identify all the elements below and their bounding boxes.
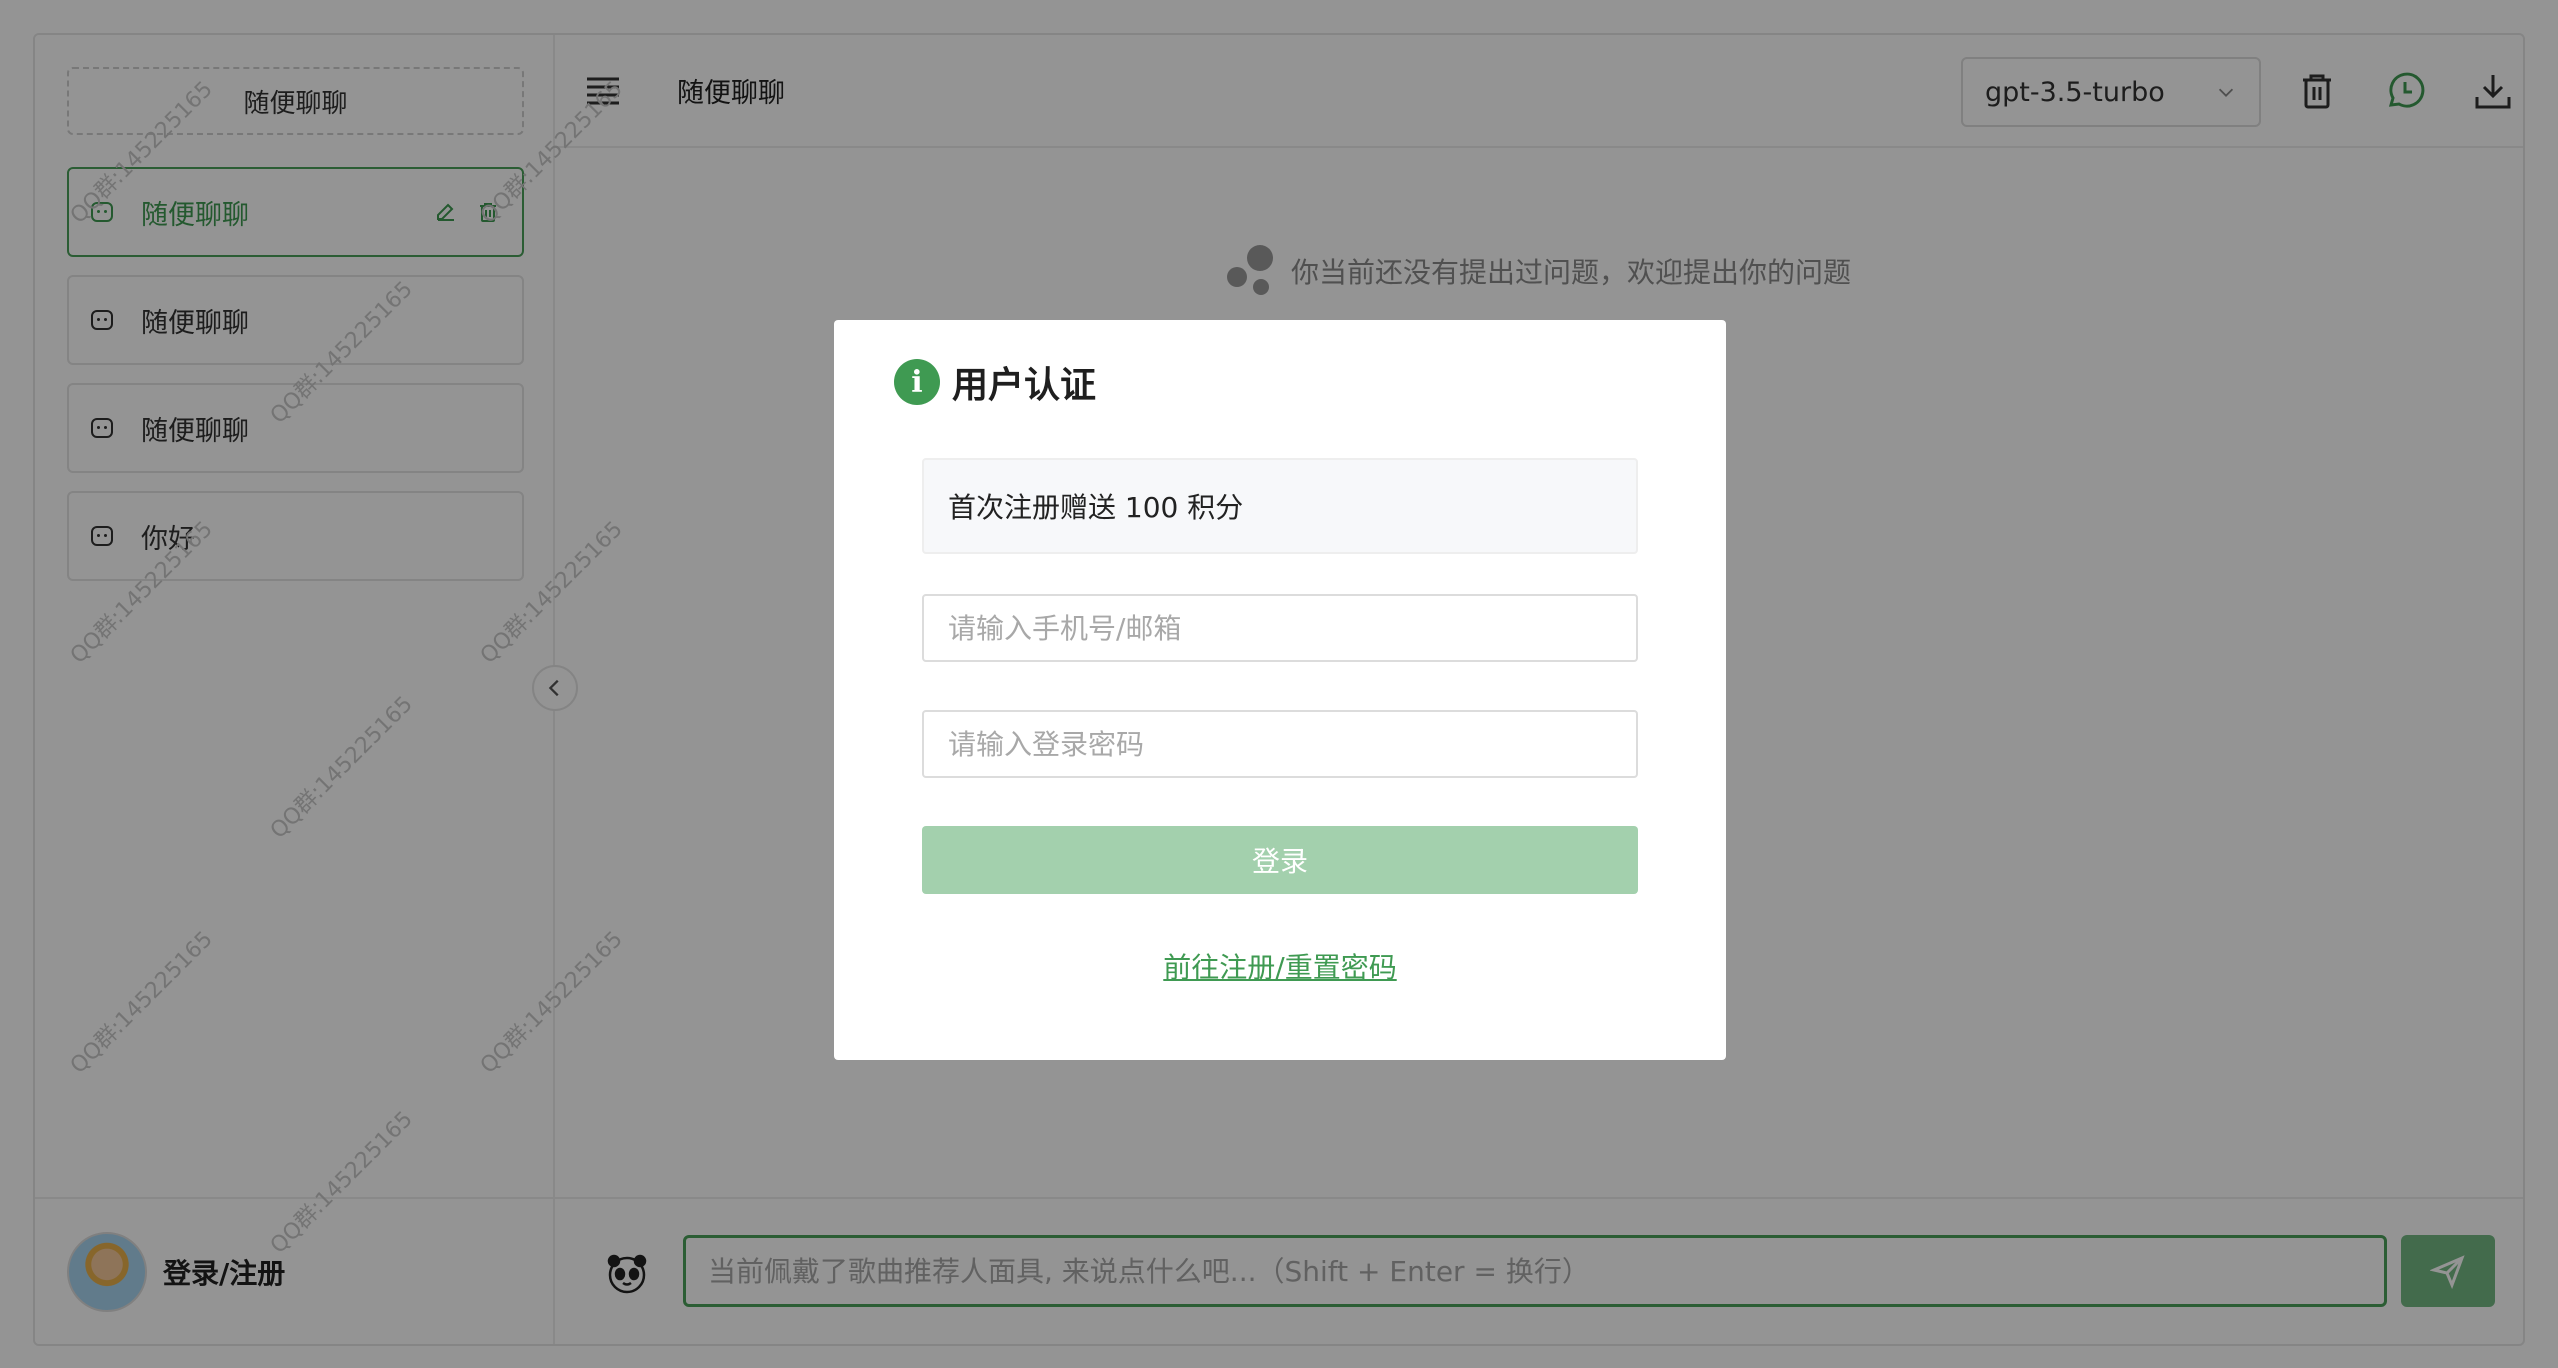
- bonus-notice: 首次注册赠送 100 积分: [922, 458, 1638, 554]
- bonus-notice-text: 首次注册赠送 100 积分: [948, 491, 1244, 524]
- password-input[interactable]: [922, 710, 1638, 778]
- modal-title-text: 用户认证: [952, 365, 1097, 406]
- info-icon: i: [894, 359, 940, 405]
- login-button[interactable]: 登录: [922, 826, 1638, 894]
- account-input[interactable]: [922, 594, 1638, 662]
- register-reset-link[interactable]: 前往注册/重置密码: [834, 946, 1726, 986]
- auth-modal: i 用户认证 首次注册赠送 100 积分 登录 前往注册/重置密码: [834, 320, 1726, 1060]
- modal-title: i 用户认证: [894, 356, 1096, 408]
